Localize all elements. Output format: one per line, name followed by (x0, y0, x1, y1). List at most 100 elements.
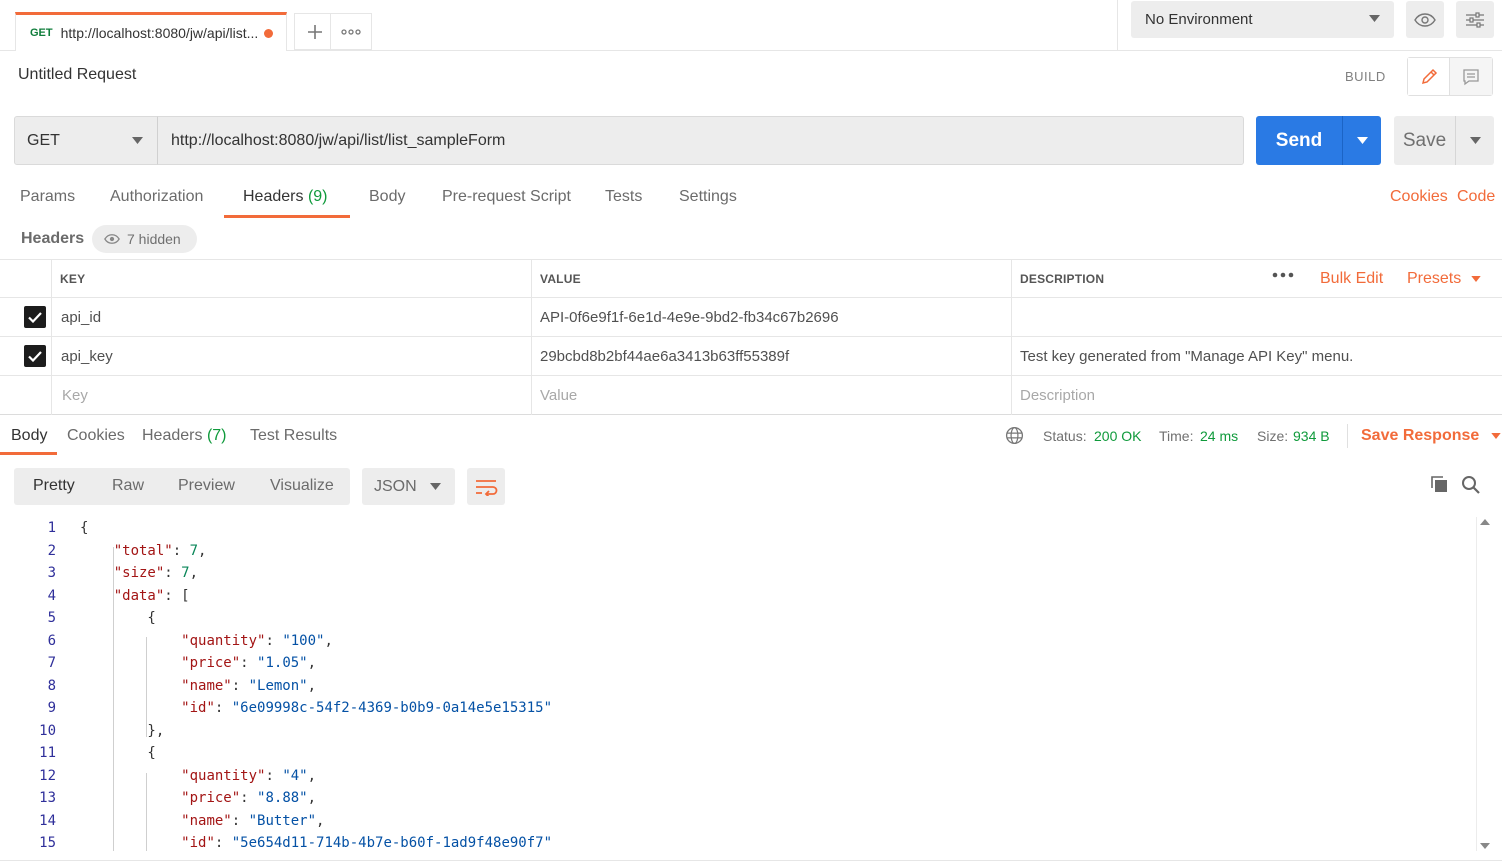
manage-environments-button[interactable] (1456, 1, 1494, 38)
line-number: 10 (39, 722, 56, 739)
line-number: 14 (39, 812, 56, 829)
send-options-button[interactable] (1342, 116, 1381, 165)
save-options-button[interactable] (1455, 116, 1494, 165)
vertical-scrollbar[interactable] (1476, 517, 1492, 851)
status-value: 200 OK (1094, 428, 1142, 444)
header-key-cell[interactable]: api_id (51, 298, 531, 336)
line-number: 11 (39, 745, 56, 761)
new-description-input[interactable]: Description (1011, 376, 1502, 415)
code-line: }, (80, 722, 165, 739)
response-tab-test-results[interactable]: Test Results (250, 427, 337, 445)
format-pretty-button[interactable]: Pretty (33, 477, 75, 495)
tab-settings[interactable]: Settings (679, 188, 737, 206)
method-select[interactable]: GET (14, 116, 158, 165)
response-tab-headers-label: Headers (142, 427, 203, 444)
response-tab-body[interactable]: Body (11, 427, 47, 445)
method-value: GET (27, 131, 60, 149)
format-visualize-button[interactable]: Visualize (270, 477, 334, 495)
line-number: 8 (47, 677, 56, 694)
copy-response-button[interactable] (1429, 474, 1449, 498)
scroll-up-arrow-icon (1480, 519, 1490, 525)
save-button[interactable]: Save (1394, 130, 1455, 152)
request-tab-url: http://localhost:8080/jw/api/list... (60, 25, 259, 41)
chevron-down-icon (1471, 276, 1481, 282)
response-tab-headers[interactable]: Headers (7) (142, 427, 227, 445)
tab-body[interactable]: Body (369, 188, 405, 206)
request-tab-method: GET (30, 27, 53, 39)
environment-divider (1117, 0, 1118, 51)
more-horizontal-icon (341, 28, 361, 35)
search-icon (1462, 476, 1480, 494)
format-toggle-group: Pretty Raw Preview Visualize (14, 468, 350, 505)
search-response-button[interactable] (1461, 475, 1481, 499)
send-button[interactable]: Send (1256, 130, 1342, 152)
eye-icon (104, 234, 120, 244)
sliders-icon (1466, 11, 1484, 28)
row-enabled-checkbox[interactable] (24, 345, 46, 367)
presets-dropdown[interactable]: Presets (1407, 270, 1481, 288)
line-number: 1 (47, 520, 56, 536)
header-key-cell[interactable]: api_key (51, 337, 531, 375)
cookies-link[interactable]: Cookies (1390, 188, 1448, 206)
send-button-group: Send (1256, 116, 1381, 165)
line-number: 2 (47, 542, 56, 559)
headers-table: KEY VALUE DESCRIPTION Bulk Edit Presets … (0, 259, 1502, 415)
scroll-down-arrow-icon (1480, 843, 1490, 849)
save-button-group: Save (1394, 116, 1494, 165)
language-value: JSON (374, 477, 417, 495)
comments-button[interactable] (1450, 58, 1492, 95)
wrap-lines-button[interactable] (467, 468, 505, 505)
code-line: "quantity": "4", (181, 767, 317, 784)
format-raw-button[interactable]: Raw (112, 477, 144, 495)
response-active-tab-indicator (0, 452, 57, 455)
tab-tests[interactable]: Tests (605, 188, 642, 206)
new-key-input[interactable]: Key (51, 376, 531, 415)
code-line: "id": "5e654d11-714b-4b7e-b60f-1ad9f48e9… (181, 835, 553, 851)
code-line: "name": "Butter", (181, 812, 325, 829)
active-tab-indicator (224, 215, 350, 218)
tab-headers[interactable]: Headers (9) (243, 188, 328, 206)
tab-pre-request-script[interactable]: Pre-request Script (442, 188, 571, 206)
divider (1347, 424, 1348, 448)
network-info-button[interactable] (1005, 426, 1024, 449)
new-value-input[interactable]: Value (531, 376, 1011, 415)
environment-select[interactable]: No Environment (1131, 1, 1394, 38)
row-enabled-checkbox[interactable] (24, 306, 46, 328)
request-title[interactable]: Untitled Request (18, 66, 136, 84)
tab-options-button[interactable] (330, 13, 372, 50)
table-header-row: KEY VALUE DESCRIPTION Bulk Edit Presets (0, 260, 1502, 298)
header-description-cell[interactable] (1011, 298, 1502, 336)
url-value: http://localhost:8080/jw/api/list/list_s… (171, 131, 506, 149)
tab-params[interactable]: Params (20, 188, 75, 206)
format-preview-button[interactable]: Preview (178, 477, 235, 495)
code-line: "data": [ (113, 587, 190, 604)
bulk-edit-button[interactable]: Bulk Edit (1320, 270, 1383, 288)
build-mode-button[interactable] (1408, 58, 1450, 95)
header-value-cell[interactable]: 29bcbd8b2bf44ae6a3413b63ff55389f (531, 337, 1011, 375)
response-tab-cookies[interactable]: Cookies (67, 427, 125, 445)
column-options-button[interactable] (1272, 272, 1294, 278)
code-line: "size": 7, (113, 565, 199, 581)
chevron-down-icon (1491, 433, 1501, 439)
response-body-editor[interactable]: 1{2 "total": 7, 3 "size": 7, 4 "data": [5 … (0, 517, 1476, 851)
header-value-cell[interactable]: API-0f6e9f1f-6e1d-4e9e-9bd2-fb34c67b2696 (531, 298, 1011, 336)
code-link[interactable]: Code (1457, 188, 1495, 206)
hidden-headers-toggle[interactable]: 7 hidden (92, 225, 197, 253)
new-header-row: Key Value Description (0, 376, 1502, 415)
url-input[interactable]: http://localhost:8080/jw/api/list/list_s… (157, 116, 1244, 165)
code-line: "id": "6e09998c-54f2-4369-b0b9-0a14e5e15… (181, 700, 553, 716)
tab-headers-label: Headers (243, 188, 304, 205)
table-row: api_id API-0f6e9f1f-6e1d-4e9e-9bd2-fb34c… (0, 298, 1502, 337)
status-label: Status: (1043, 428, 1087, 444)
code-line: "price": "8.88", (181, 790, 317, 806)
code-line: "total": 7, (113, 542, 207, 559)
code-line: "name": "Lemon", (181, 677, 317, 694)
save-response-dropdown[interactable]: Save Response (1361, 427, 1501, 445)
line-number: 12 (39, 767, 56, 784)
tab-authorization[interactable]: Authorization (110, 188, 203, 206)
request-tab[interactable]: GET http://localhost:8080/jw/api/list... (15, 12, 287, 51)
column-header-value: VALUE (531, 260, 1011, 297)
language-select[interactable]: JSON (362, 468, 455, 505)
environment-quick-look-button[interactable] (1406, 1, 1444, 38)
header-description-cell[interactable]: Test key generated from "Manage API Key"… (1011, 337, 1502, 375)
